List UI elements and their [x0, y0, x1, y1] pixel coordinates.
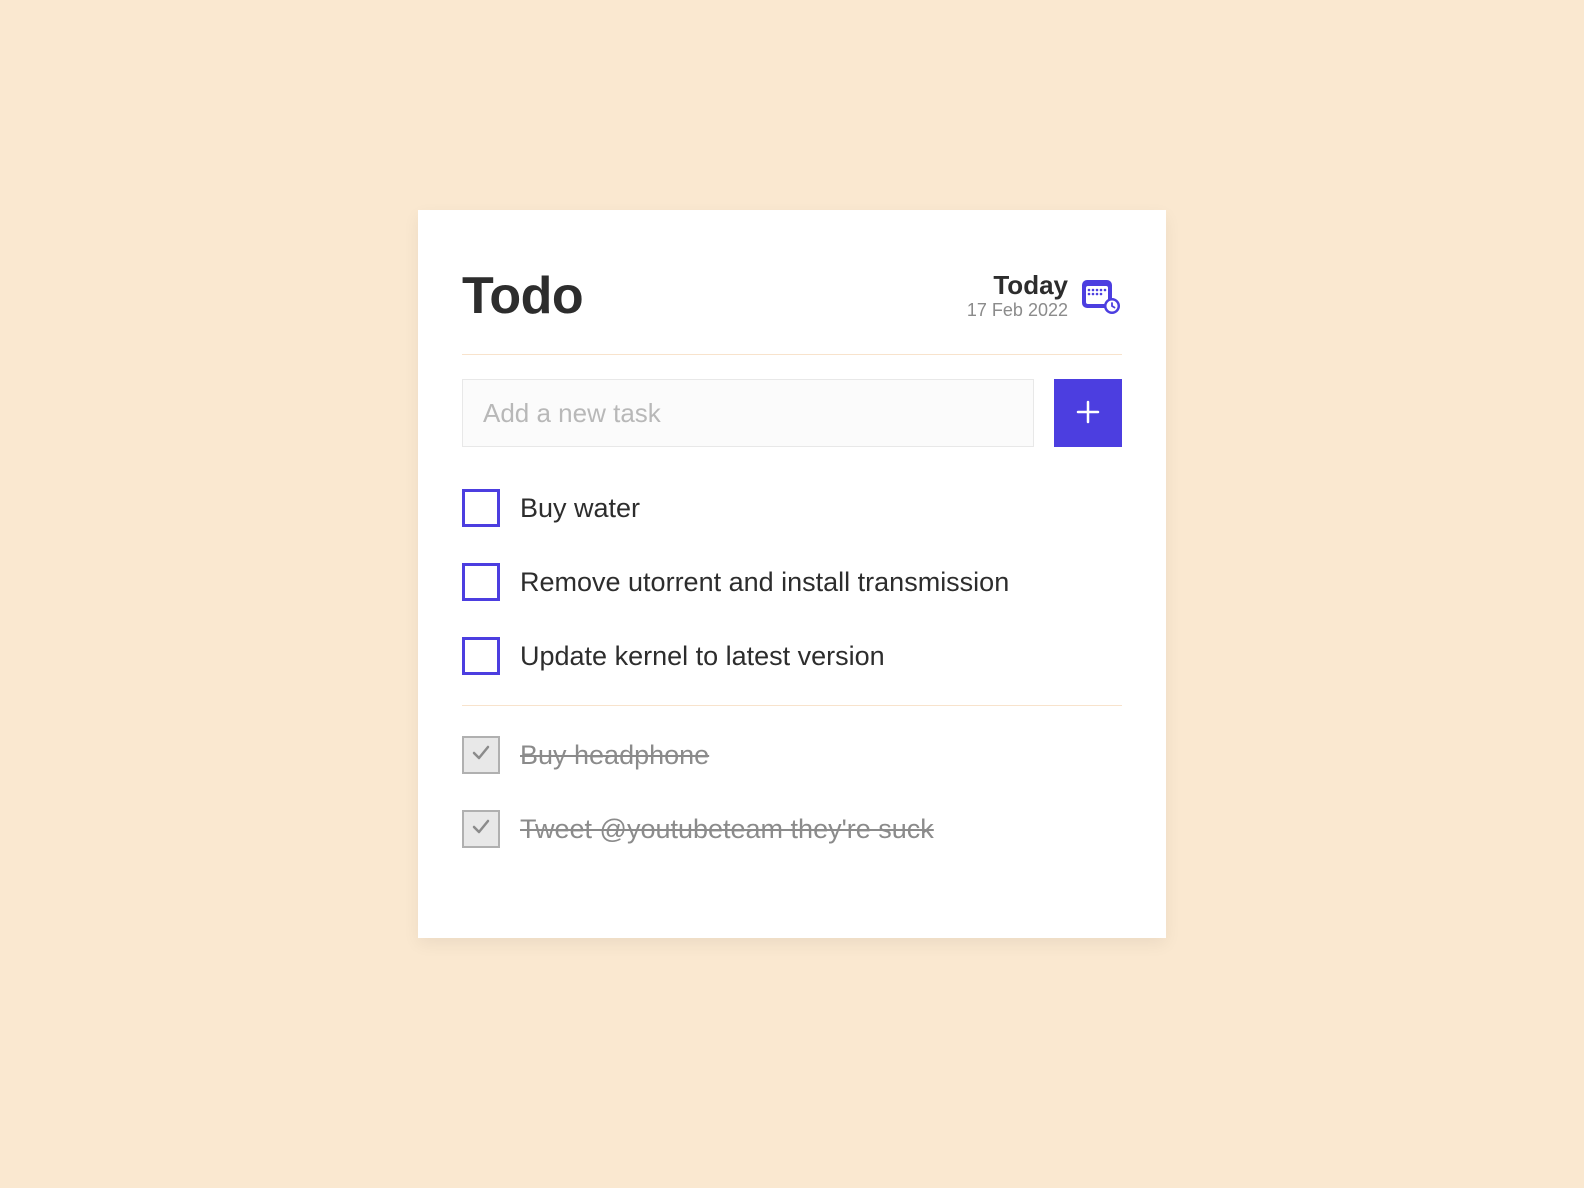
task-checkbox[interactable] — [462, 637, 500, 675]
plus-icon — [1075, 399, 1101, 428]
task-item: Buy headphone — [462, 718, 1122, 792]
task-label: Tweet @youtubeteam they're suck — [520, 814, 934, 845]
todo-card: Todo Today 17 Feb 2022 — [418, 210, 1166, 938]
task-item: Remove utorrent and install transmission — [462, 545, 1122, 619]
task-label: Update kernel to latest version — [520, 641, 885, 672]
task-checkbox-done[interactable] — [462, 736, 500, 774]
task-checkbox[interactable] — [462, 489, 500, 527]
task-item: Tweet @youtubeteam they're suck — [462, 792, 1122, 866]
task-label: Buy water — [520, 493, 640, 524]
check-icon — [470, 816, 492, 843]
page-title: Todo — [462, 266, 583, 326]
date-value: 17 Feb 2022 — [967, 300, 1068, 322]
task-checkbox-done[interactable] — [462, 810, 500, 848]
date-text: Today 17 Feb 2022 — [967, 271, 1068, 321]
task-item: Buy water — [462, 471, 1122, 545]
done-task-list: Buy headphone Tweet @youtubeteam they're… — [462, 718, 1122, 866]
task-label: Remove utorrent and install transmission — [520, 567, 1009, 598]
calendar-icon[interactable] — [1078, 274, 1122, 318]
task-divider — [462, 705, 1122, 706]
check-icon — [470, 742, 492, 769]
header: Todo Today 17 Feb 2022 — [462, 266, 1122, 355]
task-label: Buy headphone — [520, 740, 709, 771]
add-task-button[interactable] — [1054, 379, 1122, 447]
date-block: Today 17 Feb 2022 — [967, 271, 1122, 321]
task-item: Update kernel to latest version — [462, 619, 1122, 693]
new-task-row — [462, 379, 1122, 447]
task-checkbox[interactable] — [462, 563, 500, 601]
today-label: Today — [967, 271, 1068, 300]
new-task-input[interactable] — [462, 379, 1034, 447]
active-task-list: Buy water Remove utorrent and install tr… — [462, 471, 1122, 693]
